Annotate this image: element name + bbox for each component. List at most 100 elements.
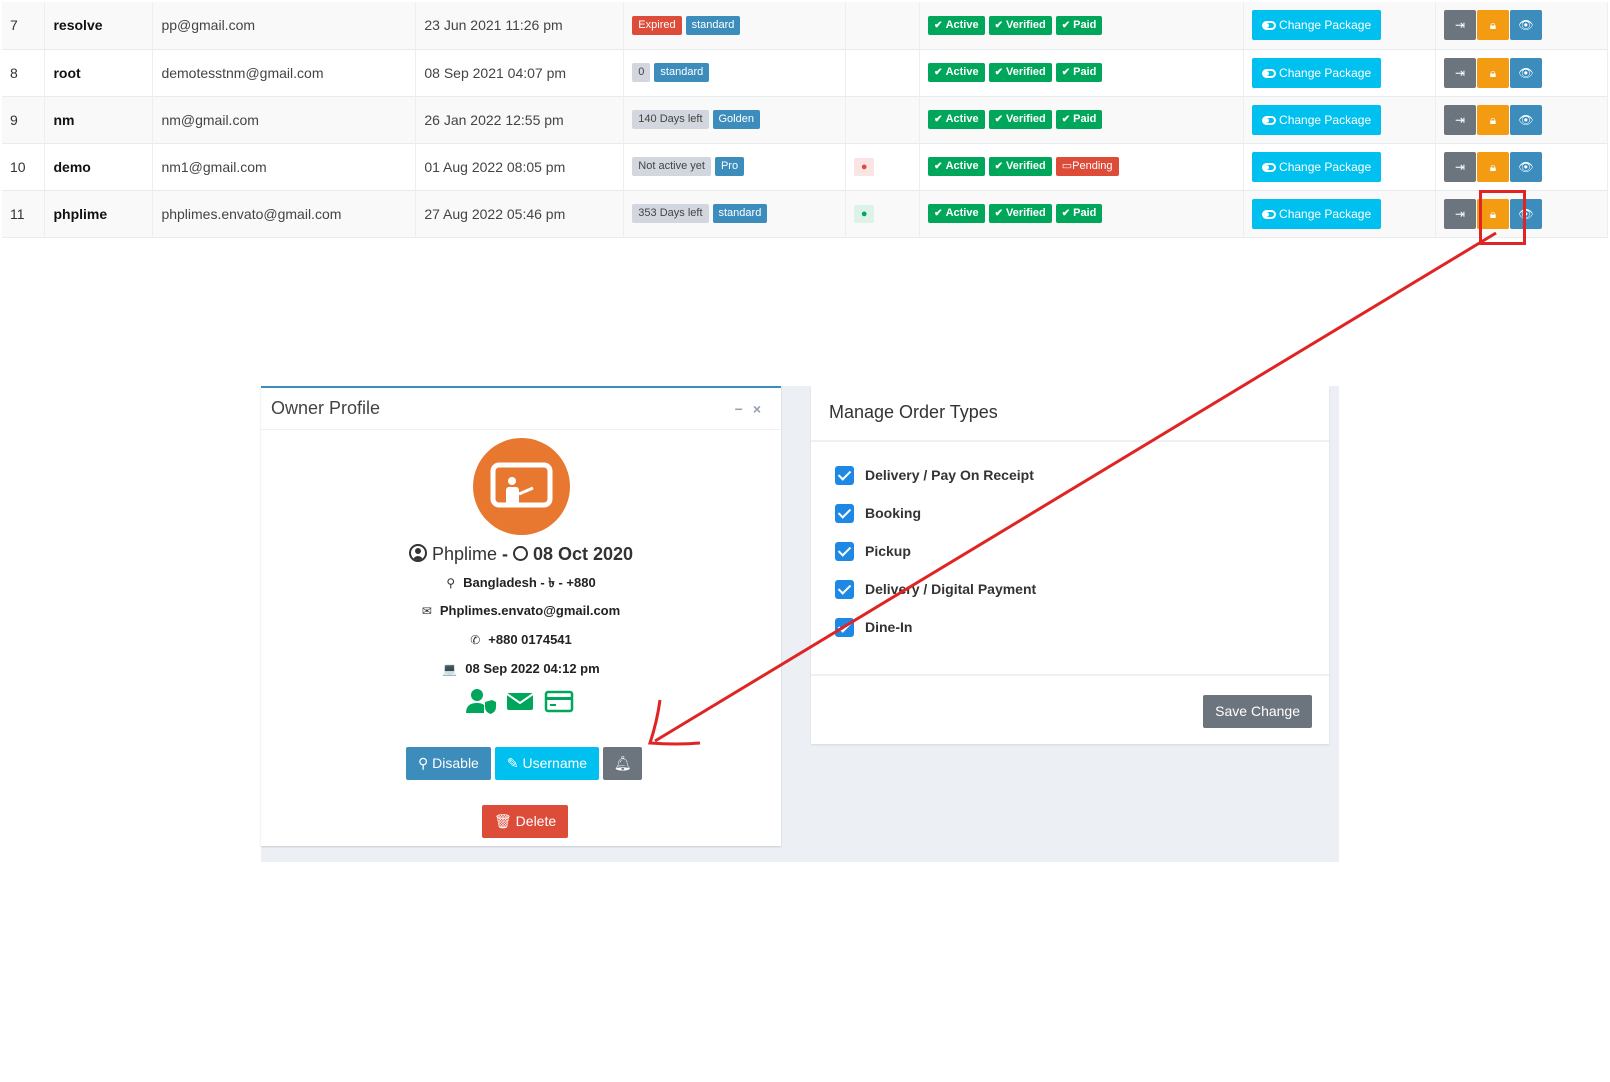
delete-label: Delete — [515, 813, 557, 829]
check-icon: ✔ — [934, 114, 943, 125]
table-row: 9 nm nm@gmail.com 26 Jan 2022 12:55 pm 140 D… — [2, 96, 1609, 143]
login-as-button[interactable]: ⇥ — [1443, 57, 1476, 88]
change-package-label: Change Package — [1279, 112, 1372, 127]
change-package-label: Change Package — [1279, 65, 1372, 80]
status-badge: ✔ Verified — [988, 110, 1052, 129]
package-name-badge: standard — [654, 63, 710, 82]
row-notification: ● — [845, 190, 921, 237]
status-badge-label: Verified — [1005, 66, 1046, 78]
lock-button[interactable]: 🔒︎ — [1476, 104, 1509, 135]
order-type-checkbox[interactable] — [835, 504, 854, 523]
disable-button[interactable]: ⚲ Disable — [406, 747, 491, 780]
check-icon: ✔ — [1061, 208, 1071, 219]
login-as-button[interactable]: ⇥ — [1443, 151, 1476, 182]
profile-location-row: ⚲ Bangladesh - ৳ - +880 — [261, 574, 781, 595]
login-as-button[interactable]: ⇥ — [1443, 104, 1476, 135]
table-row: 10 demo nm1@gmail.com 01 Aug 2022 08:05 pm N… — [2, 143, 1609, 190]
row-change-package: Change Package — [1243, 96, 1436, 143]
row-package: 140 Days left Golden — [623, 96, 847, 143]
order-type-label: Booking — [865, 505, 921, 521]
status-badge-label: Active — [945, 66, 979, 78]
row-email: pp@gmail.com — [152, 2, 417, 49]
login-as-button[interactable]: ⇥ — [1443, 10, 1476, 41]
login-as-button[interactable]: ⇥ — [1443, 198, 1476, 229]
check-icon: ✔ — [994, 114, 1003, 125]
toggle-icon — [1262, 162, 1277, 172]
minimize-icon[interactable]: − — [735, 401, 753, 417]
toggle-icon — [1262, 21, 1277, 31]
check-icon: ✔ — [994, 208, 1003, 219]
check-icon: ✔ — [934, 19, 943, 31]
view-profile-button[interactable]: 👁︎ — [1509, 10, 1542, 41]
row-change-package: Change Package — [1243, 49, 1436, 96]
order-type-checkbox[interactable] — [835, 466, 854, 485]
clock-icon — [512, 546, 528, 561]
view-profile-button[interactable]: 👁︎ — [1509, 151, 1542, 182]
profile-name-line: Phplime - 08 Oct 2020 — [261, 544, 781, 565]
order-type-item: Delivery / Pay On Receipt — [835, 466, 1036, 504]
notification-button[interactable]: 🔔︎ — [603, 747, 643, 780]
status-badge: ✔ Paid — [1055, 204, 1103, 223]
user-shield-icon — [466, 689, 496, 714]
eye-icon: 👁︎ — [1518, 159, 1534, 174]
owner-profile-title: Owner Profile — [271, 398, 381, 418]
view-profile-button[interactable]: 👁︎ — [1509, 104, 1542, 135]
username-button[interactable]: ✎ Username — [494, 747, 600, 780]
status-badge: ✔ Verified — [988, 63, 1052, 82]
row-package: 353 Days left standard — [623, 190, 847, 237]
order-type-label: Delivery / Digital Payment — [865, 581, 1037, 597]
change-package-button[interactable]: Change Package — [1252, 10, 1382, 41]
status-badge-label: Verified — [1005, 113, 1046, 125]
row-id: 7 — [2, 2, 46, 49]
row-notification — [845, 49, 921, 96]
order-type-checkbox[interactable] — [835, 580, 854, 599]
status-badge: ✔ Paid — [1055, 110, 1103, 129]
lock-icon: 🔒︎ — [1489, 65, 1497, 80]
annotation-highlight-box — [1479, 190, 1526, 245]
row-notification — [845, 96, 921, 143]
order-type-checkbox[interactable] — [835, 618, 854, 637]
package-name-badge: standard — [685, 15, 741, 35]
save-change-button[interactable]: Save Change — [1203, 695, 1312, 728]
change-package-button[interactable]: Change Package — [1252, 57, 1382, 88]
disable-label: Disable — [432, 755, 479, 771]
package-name-badge: Pro — [714, 157, 745, 176]
lock-button[interactable]: 🔒︎ — [1476, 151, 1509, 182]
change-package-label: Change Package — [1279, 206, 1372, 221]
package-status-badge: Not active yet — [632, 157, 711, 176]
status-badge-label: Paid — [1073, 66, 1097, 78]
toggle-icon — [1262, 68, 1277, 78]
view-profile-button[interactable]: 👁︎ — [1509, 57, 1542, 88]
row-date: 01 Aug 2022 08:05 pm — [415, 143, 625, 190]
lock-button[interactable]: 🔒︎ — [1476, 57, 1509, 88]
package-name-badge: Golden — [712, 110, 760, 129]
change-package-button[interactable]: Change Package — [1252, 104, 1382, 135]
check-icon: ✔ — [994, 67, 1003, 78]
table-row: 8 root demotesstnm@gmail.com 08 Sep 2021 04… — [2, 49, 1609, 96]
row-actions: ⇥ 🔒︎ 👁︎ — [1435, 96, 1609, 143]
order-type-item: Booking — [835, 504, 1036, 542]
row-status: ✔ Active ✔ Verified ▭Pending — [919, 143, 1245, 190]
profile-phone: +880 0174541 — [488, 632, 572, 647]
profile-location: Bangladesh - ৳ - +880 — [463, 575, 596, 590]
status-badge-label: Verified — [1005, 18, 1046, 31]
sign-in-icon: ⇥ — [1454, 112, 1466, 127]
row-actions: ⇥ 🔒︎ 👁︎ — [1435, 2, 1609, 49]
lock-button[interactable]: 🔒︎ — [1476, 10, 1509, 41]
edit-icon: ✎ — [506, 755, 519, 771]
status-badge-label: Pending — [1072, 160, 1113, 172]
order-type-checkbox[interactable] — [835, 542, 854, 561]
toggle-icon — [1262, 209, 1277, 219]
delete-button[interactable]: 🗑︎ Delete — [482, 805, 569, 838]
status-badge: ✔ Paid — [1055, 63, 1103, 82]
order-type-item: Pickup — [835, 542, 1036, 580]
trash-icon: 🗑︎ — [494, 813, 512, 829]
package-status-badge: Expired — [632, 15, 682, 35]
change-package-button[interactable]: Change Package — [1252, 151, 1382, 182]
table-row: 11 phplime phplimes.envato@gmail.com 27 Aug… — [2, 190, 1609, 237]
money-icon: ▭ — [1061, 160, 1073, 172]
phone-icon: ✆ — [470, 633, 481, 647]
close-icon[interactable]: × — [753, 401, 771, 417]
change-package-button[interactable]: Change Package — [1252, 198, 1382, 229]
eye-icon: 👁︎ — [1518, 65, 1534, 80]
